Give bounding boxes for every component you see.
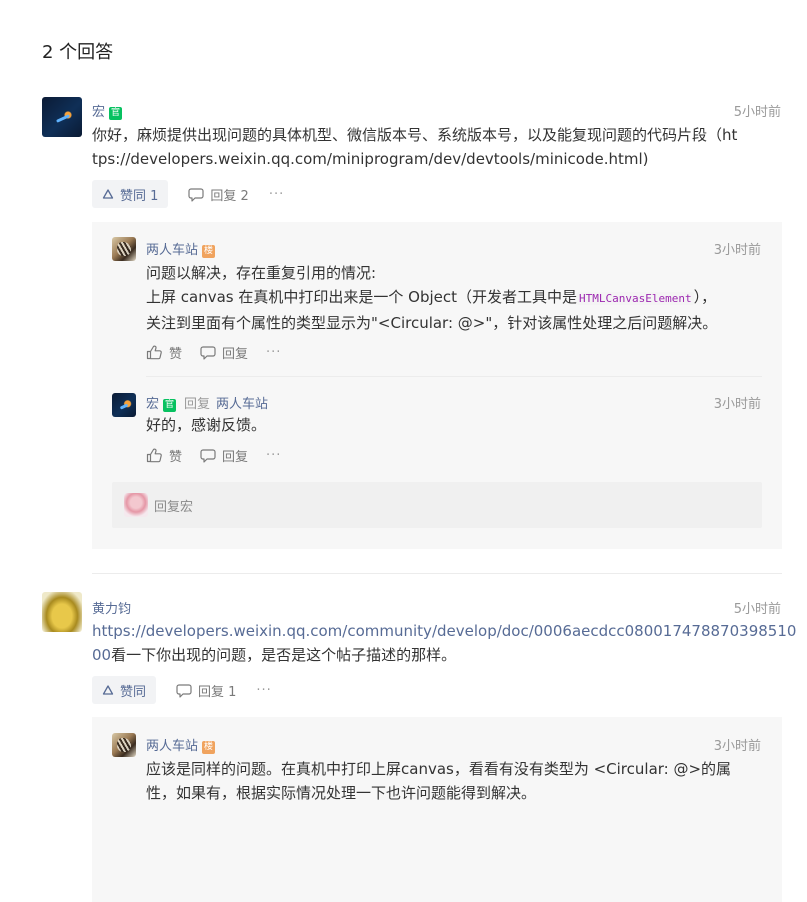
comment-icon bbox=[176, 683, 192, 698]
like-button[interactable]: 赞同 1 bbox=[92, 180, 169, 208]
comment-icon bbox=[200, 448, 216, 463]
reply-time: 3小时前 bbox=[713, 397, 761, 412]
answer-content-line: 你好，麻烦提供出现问题的具体机型、微信版本号、系统版本号，以及能复现问题的代码片… bbox=[92, 126, 738, 144]
avatar[interactable] bbox=[112, 393, 136, 417]
reply-time: 3小时前 bbox=[713, 739, 761, 754]
answers-count-title: 2 个回答 bbox=[42, 42, 114, 63]
reply-author-name[interactable]: 宏 bbox=[146, 397, 159, 412]
reply-actions: 赞 回复 ··· bbox=[146, 341, 281, 363]
reply-button[interactable]: 回复 1 bbox=[176, 681, 236, 700]
reply-author-name[interactable]: 两人车站 bbox=[146, 739, 198, 754]
reply-content-line: 关注到里面有个属性的类型显示为"<Circular: @>"，针对该属性处理之后… bbox=[146, 314, 718, 332]
answers-page: 2 个回答 宏官 5小时前 你好，麻烦提供出现问题的具体机型、微信版本号、系统版… bbox=[0, 0, 807, 902]
more-options-button[interactable]: ··· bbox=[266, 448, 281, 463]
answer-actions: 赞同 1 回复 2 ··· bbox=[92, 179, 284, 209]
reply-author[interactable]: 两人车站楼 bbox=[146, 735, 216, 754]
reply-content: 应该是同样的问题。在真机中打印上屏canvas，看看有没有类型为 <Circul… bbox=[146, 757, 771, 805]
reply-content: 好的，感谢反馈。 bbox=[146, 413, 766, 437]
reply-count: 回复 2 bbox=[210, 188, 249, 204]
answer-content-line: https://developers.weixin.qq.com/communi… bbox=[92, 619, 796, 643]
avatar[interactable] bbox=[112, 733, 136, 757]
reply-count: 回复 1 bbox=[198, 684, 237, 700]
like-label: 赞 bbox=[169, 346, 183, 362]
answer-divider bbox=[92, 573, 782, 574]
reply-content-line: 上屏 canvas 在真机中打印出来是一个 Object（开发者工具中是 HTML… bbox=[146, 285, 766, 311]
floor-owner-badge: 楼 bbox=[202, 245, 216, 258]
official-badge: 官 bbox=[163, 399, 177, 412]
answer-time: 5小时前 bbox=[733, 105, 781, 120]
like-icon bbox=[102, 188, 114, 200]
community-link[interactable]: 00 bbox=[92, 646, 111, 664]
current-user-avatar bbox=[124, 493, 148, 517]
reply-text: ）， bbox=[693, 288, 717, 306]
inline-code: HTMLCanvasElement bbox=[577, 292, 694, 305]
official-badge: 官 bbox=[109, 107, 123, 120]
reply-divider bbox=[146, 376, 762, 377]
reply-input[interactable]: 回复宏 bbox=[112, 482, 762, 528]
reply-target-user[interactable]: 两人车站 bbox=[216, 397, 268, 412]
more-options-button[interactable]: ··· bbox=[266, 345, 281, 360]
more-options-button[interactable]: ··· bbox=[256, 683, 271, 698]
reply-author-name[interactable]: 两人车站 bbox=[146, 243, 198, 258]
answer-text: 看一下你出现的问题，是否是这个帖子描述的那样。 bbox=[111, 646, 457, 664]
reply-to-label: 回复 bbox=[184, 397, 211, 412]
reply-content-line: 性，如果有，根据实际情况处理一下也许问题能得到解决。 bbox=[146, 784, 537, 802]
reply-author[interactable]: 两人车站楼 bbox=[146, 239, 216, 258]
answer-content-line: tps://developers.weixin.qq.com/miniprogr… bbox=[92, 150, 649, 168]
like-button[interactable]: 赞 bbox=[146, 343, 182, 362]
reply-actions: 赞 回复 ··· bbox=[146, 444, 281, 466]
reply-content-line: 应该是同样的问题。在真机中打印上屏canvas，看看有没有类型为 <Circul… bbox=[146, 760, 732, 778]
reply-content-line: 好的，感谢反馈。 bbox=[146, 416, 267, 434]
like-button[interactable]: 赞同 bbox=[92, 676, 157, 704]
thumbs-up-icon bbox=[146, 448, 163, 463]
answer-time: 5小时前 bbox=[733, 602, 781, 617]
reply-time: 3小时前 bbox=[713, 243, 761, 258]
reply-button[interactable]: 回复 2 bbox=[188, 185, 249, 204]
reply-input-placeholder: 回复宏 bbox=[154, 500, 194, 515]
reply-button[interactable]: 回复 bbox=[200, 343, 248, 362]
community-link[interactable]: https://developers.weixin.qq.com/communi… bbox=[92, 622, 796, 640]
answer-content: https://developers.weixin.qq.com/communi… bbox=[92, 619, 796, 667]
floor-owner-badge: 楼 bbox=[202, 741, 216, 754]
answer-author-name[interactable]: 宏 bbox=[92, 105, 105, 120]
more-options-button[interactable]: ··· bbox=[269, 187, 284, 202]
answer-actions: 赞同 回复 1 ··· bbox=[92, 675, 272, 705]
avatar[interactable] bbox=[42, 592, 82, 632]
like-count: 赞同 1 bbox=[120, 188, 159, 204]
reply-content-line: 问题以解决，存在重复引用的情况: bbox=[146, 264, 377, 282]
reply-button[interactable]: 回复 bbox=[200, 446, 248, 465]
like-count: 赞同 bbox=[120, 684, 147, 700]
reply-content: 问题以解决，存在重复引用的情况: 上屏 canvas 在真机中打印出来是一个 O… bbox=[146, 261, 766, 335]
reply-text: 上屏 canvas 在真机中打印出来是一个 Object（开发者工具中是 bbox=[146, 288, 577, 306]
like-button[interactable]: 赞 bbox=[146, 446, 182, 465]
reply-label: 回复 bbox=[222, 346, 249, 362]
answer-author[interactable]: 黄力钧 bbox=[92, 598, 131, 617]
reply-label: 回复 bbox=[222, 449, 249, 465]
comment-icon bbox=[200, 345, 216, 360]
answer-content-line: 00看一下你出现的问题，是否是这个帖子描述的那样。 bbox=[92, 643, 792, 667]
answer-content: 你好，麻烦提供出现问题的具体机型、微信版本号、系统版本号，以及能复现问题的代码片… bbox=[92, 123, 792, 171]
like-icon bbox=[102, 684, 114, 696]
avatar[interactable] bbox=[42, 97, 82, 137]
thumbs-up-icon bbox=[146, 345, 163, 360]
answer-author[interactable]: 宏官 bbox=[92, 101, 123, 120]
avatar[interactable] bbox=[112, 237, 136, 261]
reply-author: 宏官回复 两人车站 bbox=[146, 393, 268, 412]
answer-author-name[interactable]: 黄力钧 bbox=[92, 602, 131, 617]
like-label: 赞 bbox=[169, 449, 183, 465]
comment-icon bbox=[188, 187, 205, 202]
